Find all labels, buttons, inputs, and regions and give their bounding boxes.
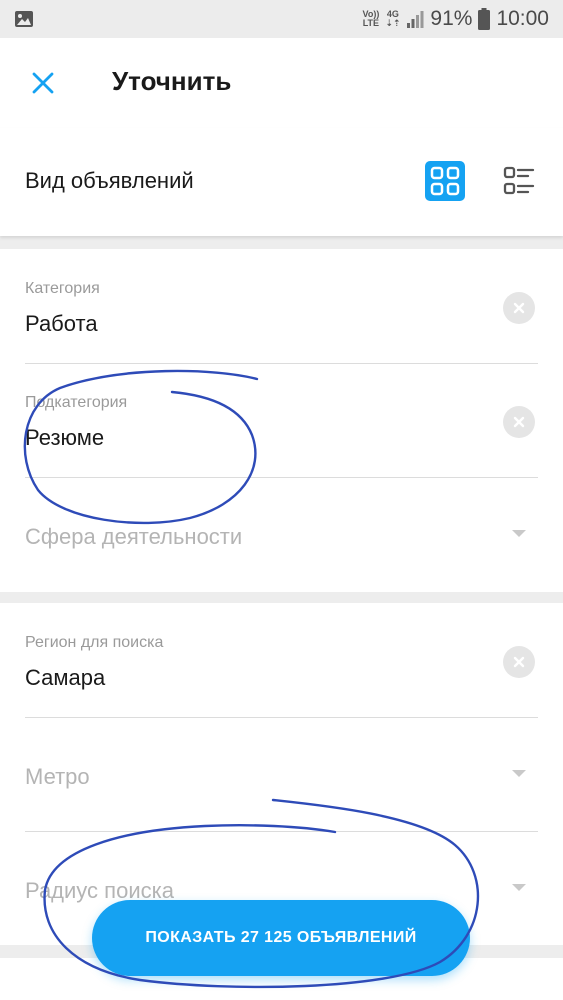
sphere-field[interactable]: Сфера деятельности	[25, 477, 538, 591]
status-bar: Vo)) LTE 4G ⇣⇡ 91% 10:00	[0, 0, 563, 38]
volte-indicator: Vo)) LTE	[362, 10, 379, 28]
clear-icon	[513, 416, 525, 428]
category-value: Работа	[25, 311, 98, 336]
close-button[interactable]	[22, 62, 64, 104]
metro-placeholder: Метро	[25, 764, 90, 789]
region-clear-button[interactable]	[503, 646, 535, 678]
subcategory-value: Резюме	[25, 425, 105, 450]
category-clear-button[interactable]	[503, 292, 535, 324]
show-results-button[interactable]: ПОКАЗАТЬ 27 125 ОБЪЯВЛЕНИЙ	[92, 900, 470, 976]
subcategory-field[interactable]: Подкатегория Резюме	[25, 363, 538, 478]
clock: 10:00	[496, 7, 549, 30]
clear-icon	[513, 656, 525, 668]
region-field[interactable]: Регион для поиска Самара	[25, 603, 538, 718]
region-label: Регион для поиска	[25, 634, 164, 651]
list-view-button[interactable]	[494, 156, 544, 206]
subcategory-clear-button[interactable]	[503, 406, 535, 438]
close-icon	[32, 72, 54, 94]
view-mode-row: Вид объявлений	[0, 128, 563, 236]
network-arrows: ⇣⇡	[385, 18, 401, 28]
region-value: Самара	[25, 665, 106, 690]
category-field[interactable]: Категория Работа	[25, 249, 538, 364]
battery-percent: 91%	[430, 7, 473, 30]
page-title: Уточнить	[112, 66, 232, 96]
location-card: Регион для поиска Самара Метро Радиус по…	[0, 603, 563, 945]
grid-icon	[425, 161, 465, 201]
chevron-down-icon	[512, 530, 526, 537]
network-type-indicator: 4G ⇣⇡	[385, 10, 400, 28]
battery-icon	[478, 8, 491, 30]
gallery-notification-icon	[14, 9, 34, 34]
signal-icon	[407, 11, 424, 28]
grid-view-button[interactable]	[420, 156, 470, 206]
metro-field[interactable]: Метро	[25, 717, 538, 832]
top-app-bar: Уточнить	[0, 38, 563, 128]
chevron-down-icon	[512, 770, 526, 777]
category-card: Категория Работа Подкатегория Резюме Сфе…	[0, 249, 563, 592]
volte-bottom: LTE	[362, 18, 380, 28]
clear-icon	[513, 302, 525, 314]
sphere-placeholder: Сфера деятельности	[25, 524, 243, 549]
chevron-down-icon	[512, 884, 526, 891]
list-icon	[503, 166, 535, 195]
subcategory-label: Подкатегория	[25, 394, 128, 411]
view-mode-label: Вид объявлений	[25, 168, 194, 193]
category-label: Категория	[25, 280, 100, 297]
